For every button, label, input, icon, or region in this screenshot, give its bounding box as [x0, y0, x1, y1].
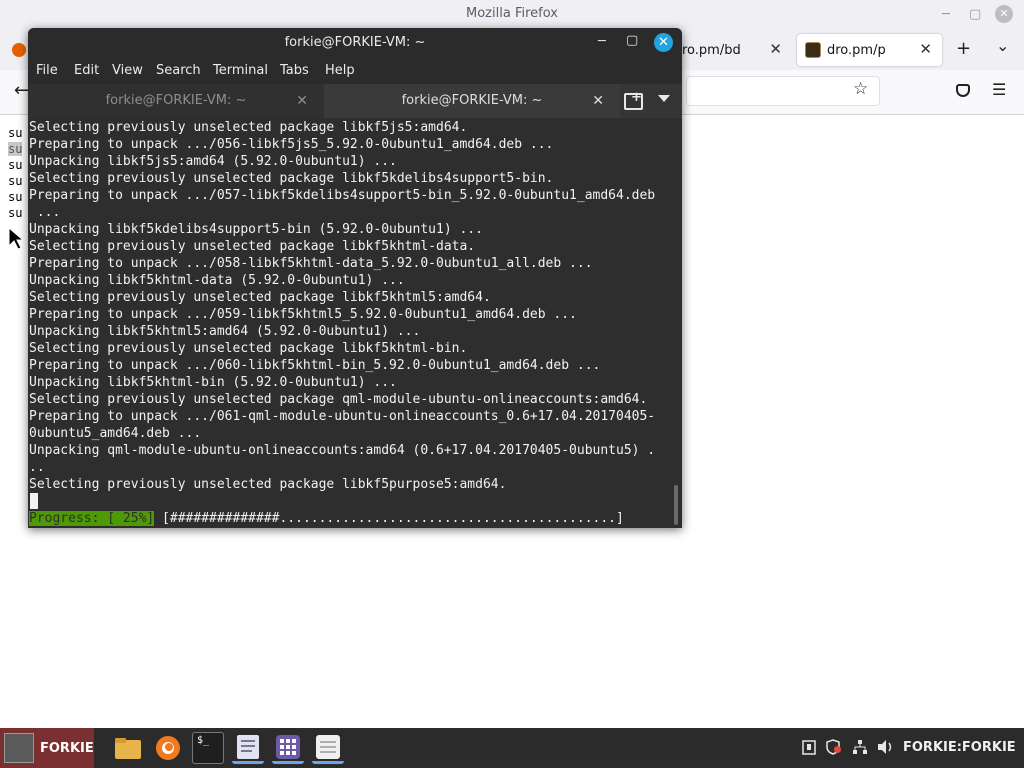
terminal-output-line: Unpacking libkf5khtml-bin (5.92.0-0ubunt…: [29, 375, 397, 390]
terminal-tab-close-icon[interactable]: ✕: [296, 84, 308, 118]
progress-label: Progress: [ 25%]: [29, 511, 155, 526]
firefox-tab-favicon-icon: [12, 43, 26, 57]
app-menu-button[interactable]: ☰: [992, 80, 1006, 99]
menu-edit[interactable]: Edit: [74, 63, 99, 78]
terminal-tab-label: forkie@FORKIE-VM: ~: [401, 93, 543, 108]
firefox-window-title: Mozilla Firefox: [466, 6, 558, 21]
terminal-output-line: Unpacking qml-module-ubuntu-onlineaccoun…: [29, 443, 656, 458]
terminal-tab-close-icon[interactable]: ✕: [592, 84, 604, 118]
tab-dro-pm-bd[interactable]: ro.pm/bd ✕: [670, 34, 792, 66]
terminal-scrollbar[interactable]: [674, 485, 678, 525]
terminal-tab-label: forkie@FORKIE-VM: ~: [105, 93, 247, 108]
new-terminal-tab-icon[interactable]: [624, 90, 643, 110]
install-progress: Progress: [ 25%] [##############........…: [29, 510, 624, 527]
menu-file[interactable]: File: [36, 63, 58, 78]
firefox-icon[interactable]: [152, 732, 184, 764]
firefox-close-button[interactable]: ✕: [995, 5, 1013, 23]
terminal-output-line: ...: [29, 205, 61, 220]
text-editor-icon[interactable]: [232, 732, 264, 764]
terminal-window: forkie@FORKIE-VM: ~ ─ ▢ ✕ File Edit View…: [28, 28, 682, 528]
terminal-output-line: Preparing to unpack .../061-qml-module-u…: [29, 409, 656, 424]
page-text-line: su: [8, 126, 23, 140]
mouse-pointer-icon: [8, 227, 24, 250]
terminal-output-line: Selecting previously unselected package …: [29, 120, 468, 135]
terminal-output-line: 0ubuntu5_amd64.deb ...: [29, 426, 202, 441]
page-text-lines: su su su su su su: [8, 125, 23, 221]
terminal-icon[interactable]: $_: [192, 732, 224, 764]
app-grid-icon[interactable]: [272, 732, 304, 764]
list-all-tabs-button[interactable]: ⌄: [996, 36, 1009, 55]
page-text-line: su: [8, 174, 23, 188]
update-icon: [834, 746, 841, 753]
tab-list-dropdown-icon[interactable]: [658, 95, 670, 102]
terminal-menubar: File Edit View Search Terminal Tabs Help: [28, 58, 682, 84]
tab-close-icon[interactable]: ✕: [919, 40, 932, 58]
new-tab-button[interactable]: +: [956, 38, 971, 59]
bookmark-star-icon[interactable]: ☆: [853, 79, 868, 99]
url-bar[interactable]: ☆: [686, 76, 880, 106]
menu-view[interactable]: View: [112, 63, 143, 78]
files-icon[interactable]: [112, 732, 144, 764]
terminal-tab-2[interactable]: forkie@FORKIE-VM: ~ ✕: [324, 84, 620, 118]
page-text-line: su: [8, 190, 23, 204]
terminal-maximize-button[interactable]: ▢: [626, 33, 638, 48]
terminal-output-line: Selecting previously unselected package …: [29, 392, 648, 407]
volume-icon[interactable]: [877, 739, 895, 759]
page-text-line-selected: su: [8, 142, 23, 156]
firefox-maximize-button[interactable]: ▢: [969, 7, 981, 22]
clipboard-icon[interactable]: [802, 739, 816, 759]
menu-help[interactable]: Help: [325, 63, 355, 78]
taskbar: FORKIE $_ FORKIE:FORKIE: [0, 728, 1024, 768]
firefox-minimize-button[interactable]: ─: [942, 7, 950, 22]
tab-label: ro.pm/bd: [682, 42, 741, 58]
terminal-output-line: Preparing to unpack .../059-libkf5khtml5…: [29, 307, 577, 322]
terminal-output-line: Selecting previously unselected package …: [29, 239, 476, 254]
start-label: FORKIE: [40, 740, 94, 756]
terminal-output-line: Preparing to unpack .../057-libkf5kdelib…: [29, 188, 656, 203]
terminal-output: Selecting previously unselected package …: [29, 119, 655, 493]
start-menu-button[interactable]: FORKIE: [0, 728, 94, 768]
network-icon[interactable]: [852, 739, 868, 759]
terminal-output-line: Selecting previously unselected package …: [29, 477, 507, 492]
terminal-tabbar: forkie@FORKIE-VM: ~ ✕ forkie@FORKIE-VM: …: [28, 84, 682, 118]
terminal-output-line: Preparing to unpack .../060-libkf5khtml-…: [29, 358, 601, 373]
session-user-label[interactable]: FORKIE:FORKIE: [903, 740, 1016, 755]
terminal-minimize-button[interactable]: ─: [598, 34, 606, 49]
terminal-window-title: forkie@FORKIE-VM: ~: [284, 35, 426, 50]
terminal-output-line: Unpacking libkf5kdelibs4support5-bin (5.…: [29, 222, 483, 237]
menu-search[interactable]: Search: [156, 63, 201, 78]
terminal-output-line: Selecting previously unselected package …: [29, 290, 491, 305]
start-logo-icon: [4, 733, 34, 763]
tab-label: dro.pm/p: [827, 42, 886, 58]
site-favicon-icon: [805, 42, 821, 58]
terminal-output-line: Preparing to unpack .../056-libkf5js5_5.…: [29, 137, 554, 152]
terminal-output-line: Preparing to unpack .../058-libkf5khtml-…: [29, 256, 593, 271]
terminal-tab-1[interactable]: forkie@FORKIE-VM: ~ ✕: [28, 84, 324, 118]
terminal-output-area[interactable]: Selecting previously unselected package …: [28, 118, 682, 528]
terminal-output-line: Unpacking libkf5khtml5:amd64 (5.92.0-0ub…: [29, 324, 421, 339]
pocket-icon[interactable]: [956, 84, 970, 97]
page-text-line: su: [8, 158, 23, 172]
terminal-titlebar: forkie@FORKIE-VM: ~ ─ ▢ ✕: [28, 28, 682, 58]
terminal-output-line: Selecting previously unselected package …: [29, 341, 468, 356]
menu-terminal[interactable]: Terminal: [213, 63, 268, 78]
back-button[interactable]: ←: [14, 80, 29, 101]
terminal-output-line: ..: [29, 460, 45, 475]
page-text-line: su: [8, 206, 23, 220]
terminal-output-line: Selecting previously unselected package …: [29, 171, 554, 186]
terminal-output-line: Unpacking libkf5khtml-data (5.92.0-0ubun…: [29, 273, 405, 288]
terminal-output-line: Unpacking libkf5js5:amd64 (5.92.0-0ubunt…: [29, 154, 397, 169]
terminal-cursor: [30, 493, 38, 509]
tab-dro-pm-p[interactable]: dro.pm/p ✕: [797, 34, 942, 66]
tab-close-icon[interactable]: ✕: [769, 40, 782, 58]
firefox-titlebar: Mozilla Firefox ─ ▢ ✕: [0, 0, 1024, 30]
terminal-close-button[interactable]: ✕: [654, 33, 673, 52]
menu-tabs[interactable]: Tabs: [280, 63, 309, 78]
progress-bar: [##############.........................…: [154, 511, 624, 526]
notes-icon[interactable]: [312, 732, 344, 764]
